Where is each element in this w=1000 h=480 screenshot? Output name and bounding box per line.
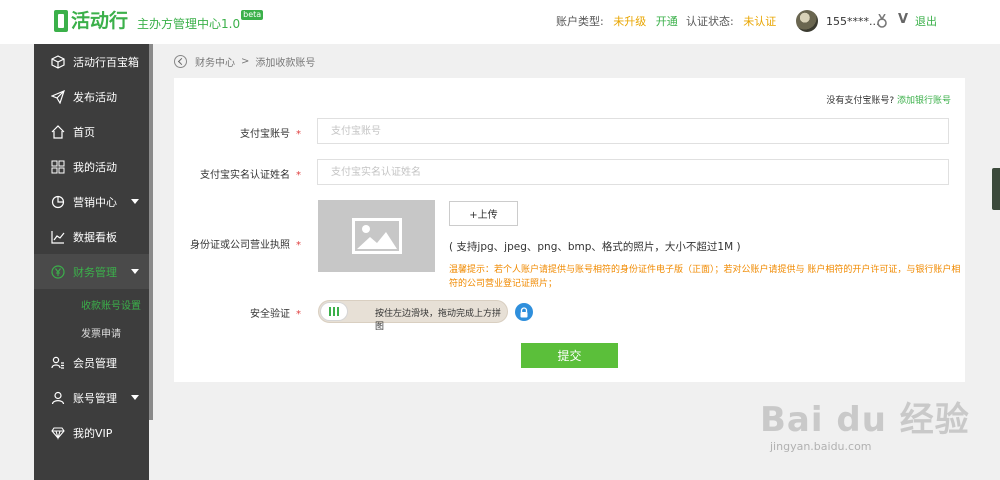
chevron-down-icon	[131, 395, 139, 400]
home-icon	[51, 124, 65, 139]
add-account-form: 没有支付宝账号? 添加银行账号 支付宝账号 * 支付宝实名认证姓名 * 身份证或公司…	[174, 78, 965, 382]
add-bank-link[interactable]: 添加银行账号	[897, 96, 951, 106]
upload-tip: 温馨提示：若个人账户请提供与账号相符的身份证件电子版（正面）；若对公账户请提供与…	[449, 265, 961, 289]
sidebar-item-dashboard[interactable]: 数据看板	[34, 219, 149, 254]
sidebar-item-label: 我的VIP	[73, 426, 113, 440]
no-alipay-text: 没有支付宝账号?	[826, 96, 895, 106]
watermark-url: jingyan.baidu.com	[770, 440, 872, 453]
sidebar-item-label: 活动行百宝箱	[73, 55, 139, 69]
auth-status-value[interactable]: 未认证	[743, 15, 776, 28]
sidebar-item-label: 发布活动	[73, 90, 117, 104]
id-label: 身份证或公司营业执照 *	[161, 236, 301, 251]
id-label-text: 身份证或公司营业执照	[190, 240, 290, 251]
sidebar-item-toolbox[interactable]: 活动行百宝箱	[34, 44, 149, 79]
sidebar-item-finance[interactable]: 财务管理	[34, 254, 149, 289]
back-icon[interactable]	[174, 55, 187, 68]
account-type-value: 未升级	[613, 15, 647, 28]
captcha-slider[interactable]: 按住左边滑块，拖动完成上方拼图	[318, 300, 508, 332]
vip-icon[interactable]: V	[898, 12, 908, 27]
slider-instruction: 按住左边滑块，拖动完成上方拼图	[375, 309, 502, 332]
logo-subtitle: 主办方管理中心1.0	[137, 17, 241, 31]
sidebar-item-account[interactable]: 账号管理	[34, 380, 149, 415]
upload-support-text: ( 支持jpg、jpeg、png、bmp、格式的照片，大小不超过1M )	[449, 241, 741, 253]
chevron-down-icon	[131, 269, 139, 274]
breadcrumb-current: 添加收款账号	[255, 58, 316, 69]
cube-icon	[51, 54, 65, 69]
sidebar-item-label: 首页	[73, 125, 95, 139]
logo-icon	[54, 10, 68, 32]
sidebar-item-vip[interactable]: 我的VIP	[34, 415, 149, 450]
account-type: 账户类型: 未升级 开通	[556, 14, 678, 30]
account-type-label: 账户类型:	[556, 15, 604, 28]
required-mark: *	[296, 129, 301, 140]
watermark-text: Bai du 经验	[760, 400, 970, 440]
sidebar-item-publish[interactable]: 发布活动	[34, 79, 149, 114]
sidebar-subitem-invoice[interactable]: 发票申请	[34, 317, 149, 347]
alipay-account-input[interactable]	[317, 118, 949, 144]
realname-label: 支付宝实名认证姓名 *	[161, 166, 301, 181]
no-alipay-hint: 没有支付宝账号? 添加银行账号	[826, 93, 951, 106]
image-placeholder	[318, 200, 435, 272]
auth-status-label: 认证状态:	[686, 15, 734, 28]
top-header: 活动行 主办方管理中心1.0 beta 账户类型: 未升级 开通 认证状态: 未…	[0, 0, 1000, 44]
user-icon	[51, 391, 65, 405]
beta-badge: beta	[241, 10, 264, 20]
sidebar-item-label: 营销中心	[73, 195, 117, 209]
breadcrumb-separator: >	[241, 56, 250, 67]
alipay-label-text: 支付宝账号	[240, 129, 290, 140]
avatar[interactable]	[796, 10, 818, 32]
chevron-down-icon	[131, 199, 139, 204]
sidebar-item-label: 财务管理	[73, 265, 117, 279]
upload-button[interactable]: +上传	[449, 201, 518, 226]
sidebar-scrollbar[interactable]	[149, 44, 153, 420]
lock-icon[interactable]	[515, 303, 533, 321]
floating-side-widget[interactable]	[992, 168, 1000, 210]
breadcrumb-parent[interactable]: 财务中心	[195, 54, 235, 69]
breadcrumb: 财务中心 > 添加收款账号	[174, 54, 315, 69]
yen-icon	[51, 264, 65, 279]
sidebar-item-label: 我的活动	[73, 160, 117, 174]
realname-label-text: 支付宝实名认证姓名	[200, 170, 290, 181]
verify-label-text: 安全验证	[250, 309, 290, 320]
sidebar-item-members[interactable]: 会员管理	[34, 345, 149, 380]
required-mark: *	[296, 240, 301, 251]
auth-status: 认证状态: 未认证	[686, 14, 776, 30]
image-icon	[351, 218, 402, 254]
medal-icon[interactable]	[877, 14, 887, 28]
grid-icon	[51, 160, 65, 174]
verify-label: 安全验证 *	[161, 305, 301, 320]
sidebar-item-home[interactable]: 首页	[34, 114, 149, 149]
logo-text: 活动行	[71, 10, 129, 32]
submit-button[interactable]: 提交	[521, 343, 618, 368]
sidebar-subitem-payment-account[interactable]: 收款账号设置	[34, 289, 149, 319]
sidebar-item-label: 数据看板	[73, 230, 117, 244]
diamond-icon	[51, 426, 65, 440]
pie-icon	[51, 195, 65, 209]
sidebar-item-label: 会员管理	[73, 356, 117, 370]
username[interactable]: 155****...	[826, 14, 880, 30]
logout-link[interactable]: 退出	[915, 14, 937, 30]
slider-handle[interactable]	[320, 302, 348, 321]
logo[interactable]: 活动行 主办方管理中心1.0 beta	[54, 10, 264, 32]
required-mark: *	[296, 170, 301, 181]
account-open-link[interactable]: 开通	[656, 15, 678, 28]
baidu-watermark: Bai du 经验 jingyan.baidu.com	[760, 370, 980, 470]
realname-input[interactable]	[317, 159, 949, 185]
sidebar: 活动行百宝箱 发布活动 首页 我的活动 营销中心 数据看板 财务管理 收款账号设…	[34, 44, 149, 480]
sidebar-item-marketing[interactable]: 营销中心	[34, 184, 149, 219]
required-mark: *	[296, 309, 301, 320]
alipay-label: 支付宝账号 *	[161, 125, 301, 140]
chart-icon	[51, 230, 65, 244]
members-icon	[51, 356, 65, 370]
sidebar-item-label: 账号管理	[73, 391, 117, 405]
send-icon	[51, 89, 65, 104]
sidebar-item-my-events[interactable]: 我的活动	[34, 149, 149, 184]
